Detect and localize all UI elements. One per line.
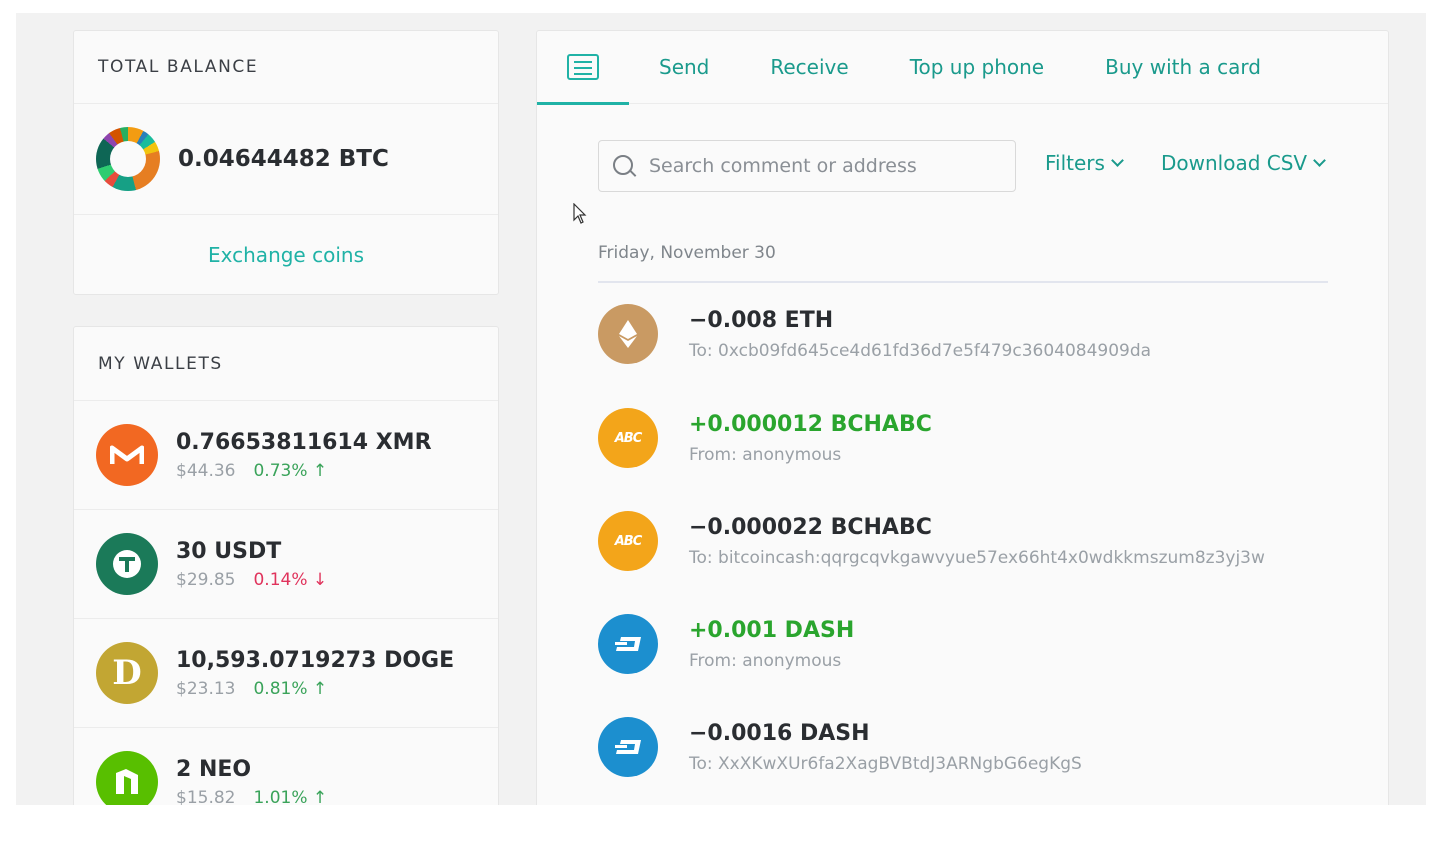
transaction-detail: From: anonymous: [689, 650, 842, 671]
tether-icon: [96, 533, 158, 595]
wallet-usd-value: $15.82: [176, 787, 236, 806]
wallet-app: TOTAL BALANCE 0.04644482 BTC Exchange co…: [16, 13, 1426, 805]
my-wallets-card: MY WALLETS 0.76653811614 XMR $44.36 0.73…: [73, 326, 499, 805]
tab-bar: Send Receive Top up phone Buy with a car…: [537, 31, 1388, 105]
download-csv-label: Download CSV: [1161, 151, 1308, 175]
wallet-change: 0.73% ↑: [253, 460, 328, 481]
transactions-panel: Send Receive Top up phone Buy with a car…: [536, 30, 1389, 805]
transaction-amount: +0.001 DASH: [689, 617, 855, 643]
tab-buy-with-card[interactable]: Buy with a card: [1105, 55, 1261, 79]
list-icon: [567, 54, 599, 80]
transaction-amount: +0.000012 BCHABC: [689, 411, 932, 437]
wallet-amount: 0.76653811614 XMR: [176, 429, 432, 455]
mouse-pointer-icon: [573, 203, 587, 224]
transaction-row[interactable]: ABC −0.000022 BCHABC To: bitcoincash:qqr…: [598, 506, 1265, 576]
wallet-change: 0.14% ↓: [253, 569, 328, 590]
monero-icon: [96, 424, 158, 486]
transaction-detail: To: XxXKwXUr6fa2XagBVBtdJ3ARNgbG6egKgS: [689, 753, 1082, 774]
wallet-usd-value: $23.13: [176, 678, 236, 699]
wallet-amount: 30 USDT: [176, 538, 282, 564]
total-balance-card: TOTAL BALANCE 0.04644482 BTC Exchange co…: [73, 30, 499, 295]
portfolio-donut-icon: [96, 127, 160, 191]
dash-icon: [598, 717, 658, 777]
transaction-row[interactable]: −0.0016 DASH To: XxXKwXUr6fa2XagBVBtdJ3A…: [598, 712, 1082, 782]
transaction-detail: From: anonymous: [689, 444, 842, 465]
wallet-item-neo[interactable]: 2 NEO $15.82 1.01% ↑: [74, 727, 498, 805]
wallet-usd-value: $44.36: [176, 460, 236, 481]
transaction-amount: −0.0016 DASH: [689, 720, 870, 746]
wallet-amount: 10,593.0719273 DOGE: [176, 647, 455, 673]
transaction-amount: −0.008 ETH: [689, 307, 834, 333]
date-group-label: Friday, November 30: [598, 243, 776, 263]
exchange-row: Exchange coins: [74, 215, 498, 294]
tab-send[interactable]: Send: [659, 55, 709, 79]
search-icon: [611, 153, 637, 179]
divider: [598, 281, 1328, 283]
transaction-detail: To: 0xcb09fd645ce4d61fd36d7e5f479c360408…: [689, 340, 1152, 361]
download-csv-dropdown[interactable]: Download CSV: [1161, 151, 1326, 175]
bitcoin-cash-abc-icon: ABC: [598, 408, 658, 468]
my-wallets-heading: MY WALLETS: [98, 353, 223, 374]
dogecoin-icon: D: [96, 642, 158, 704]
filters-dropdown[interactable]: Filters: [1045, 151, 1124, 175]
total-balance-value: 0.04644482 BTC: [178, 146, 389, 172]
tab-history[interactable]: [537, 31, 629, 105]
wallet-item-doge[interactable]: D 10,593.0719273 DOGE $23.13 0.81% ↑: [74, 618, 498, 727]
tab-receive[interactable]: Receive: [770, 55, 848, 79]
wallet-item-xmr[interactable]: 0.76653811614 XMR $44.36 0.73% ↑: [74, 400, 498, 509]
transaction-row[interactable]: ABC +0.000012 BCHABC From: anonymous: [598, 403, 932, 473]
exchange-coins-link[interactable]: Exchange coins: [208, 243, 364, 267]
ethereum-icon: [598, 304, 658, 364]
search-box[interactable]: [598, 140, 1016, 192]
wallet-change: 0.81% ↑: [253, 678, 328, 699]
dash-icon: [598, 614, 658, 674]
transaction-detail: To: bitcoincash:qqrgcqvkgawvyue57ex66ht4…: [689, 547, 1265, 568]
search-input[interactable]: [649, 155, 989, 177]
chevron-down-icon: [1313, 154, 1326, 167]
transaction-row[interactable]: +0.001 DASH From: anonymous: [598, 609, 854, 679]
neo-icon: [96, 751, 158, 805]
wallet-item-usdt[interactable]: 30 USDT $29.85 0.14% ↓: [74, 509, 498, 618]
wallet-usd-value: $29.85: [176, 569, 236, 590]
tab-top-up-phone[interactable]: Top up phone: [910, 55, 1044, 79]
wallet-amount: 2 NEO: [176, 756, 252, 782]
filters-label: Filters: [1045, 151, 1105, 175]
chevron-down-icon: [1111, 154, 1124, 167]
transaction-amount: −0.000022 BCHABC: [689, 514, 932, 540]
bitcoin-cash-abc-icon: ABC: [598, 511, 658, 571]
transaction-row[interactable]: −0.008 ETH To: 0xcb09fd645ce4d61fd36d7e5…: [598, 299, 1151, 369]
total-balance-heading: TOTAL BALANCE: [74, 31, 498, 104]
wallet-change: 1.01% ↑: [253, 787, 328, 806]
balance-row: 0.04644482 BTC: [74, 104, 498, 215]
